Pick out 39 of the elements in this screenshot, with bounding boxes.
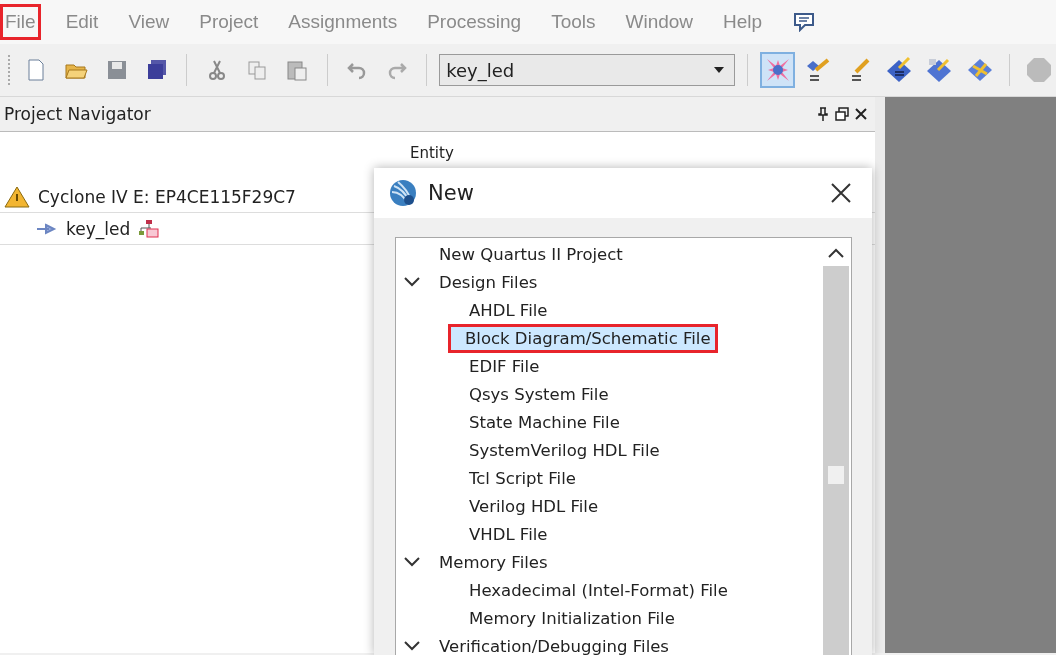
list-item[interactable]: SystemVerilog HDL File xyxy=(462,435,667,465)
list-item[interactable]: Hexadecimal (Intel-Format) File xyxy=(462,575,735,605)
panel-title: Project Navigator xyxy=(4,104,151,124)
paste-icon xyxy=(285,58,310,82)
list-item[interactable]: Verilog HDL File xyxy=(462,491,606,521)
list-item[interactable]: Block Diagram/Schematic File xyxy=(448,323,718,353)
list-item[interactable]: Verification/Debugging Files xyxy=(432,631,676,655)
scroll-up-icon[interactable] xyxy=(827,248,844,258)
globe-icon xyxy=(388,178,418,208)
chevron-icon[interactable] xyxy=(404,557,420,567)
list-item[interactable]: Tcl Script File xyxy=(462,463,583,493)
list-item[interactable]: State Machine File xyxy=(462,407,627,437)
tree-item[interactable]: key_led xyxy=(66,218,131,239)
toolbar-grip[interactable] xyxy=(8,55,13,85)
close-icon[interactable] xyxy=(855,108,867,120)
chevron-icon[interactable] xyxy=(404,277,420,287)
close-icon[interactable] xyxy=(830,182,852,204)
chat-icon[interactable] xyxy=(793,12,816,32)
list-item[interactable]: Memory Initialization File xyxy=(462,603,682,633)
hierarchy-icon xyxy=(138,218,161,239)
dialog-title: New xyxy=(428,181,474,205)
column-header: Entity xyxy=(410,144,454,162)
list-item[interactable]: AHDL File xyxy=(462,295,555,325)
float-icon[interactable] xyxy=(835,107,849,121)
list-item[interactable]: New Quartus II Project xyxy=(432,239,630,269)
list-item[interactable]: Memory Files xyxy=(432,547,555,577)
pin-icon[interactable] xyxy=(817,107,829,121)
stop-sign-icon xyxy=(1024,56,1053,84)
entity-dropdown[interactable]: key_led xyxy=(439,54,736,86)
warning-icon xyxy=(4,185,30,208)
arrow-icon xyxy=(36,222,58,235)
tree-item[interactable]: Cyclone IV E: EP4CE115F29C7 xyxy=(38,186,296,207)
list-item[interactable]: EDIF File xyxy=(462,351,547,381)
list-item[interactable]: VHDL File xyxy=(462,519,555,549)
scrollbar-thumb[interactable] xyxy=(827,466,844,484)
caret-icon xyxy=(714,67,725,73)
chevron-icon[interactable] xyxy=(404,641,420,651)
list-item[interactable]: Qsys System File xyxy=(462,379,616,409)
list-item[interactable]: Design Files xyxy=(432,267,545,297)
